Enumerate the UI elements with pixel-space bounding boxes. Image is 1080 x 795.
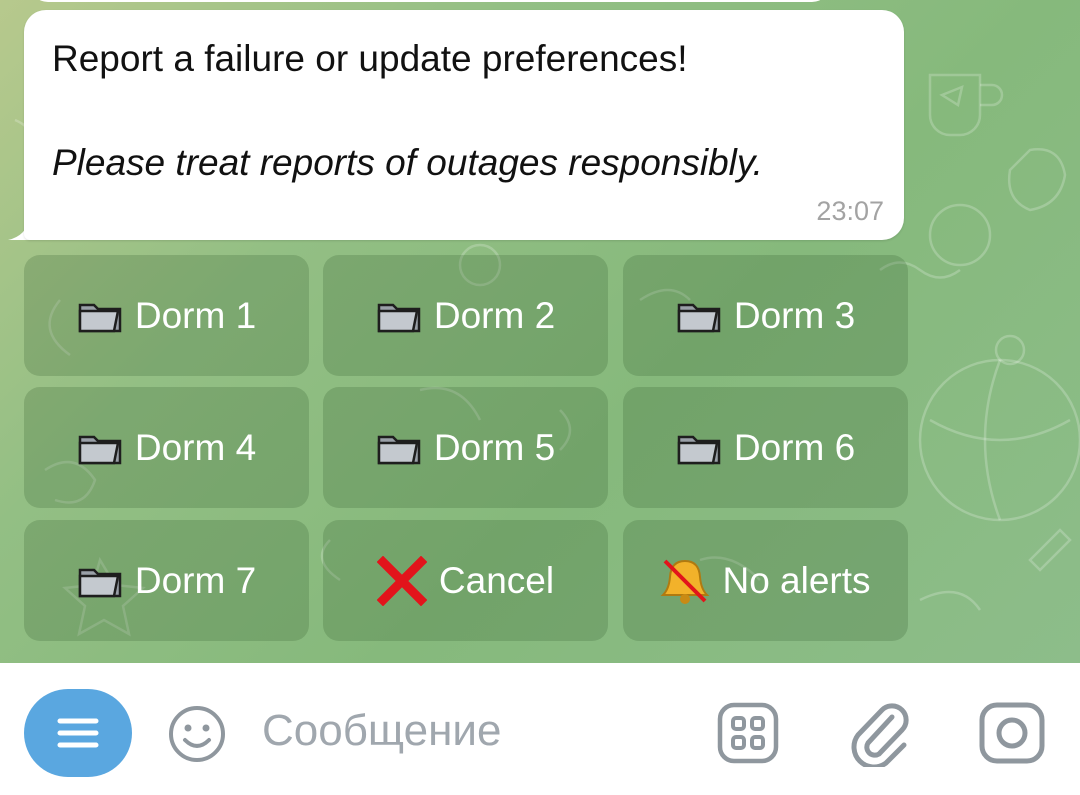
keyboard-button-label: No alerts [722, 559, 871, 601]
smiley-icon[interactable] [166, 703, 228, 765]
keyboard-button-label: Dorm 2 [433, 294, 556, 336]
folder-icon [77, 429, 123, 467]
message-input[interactable] [262, 703, 682, 759]
bot-menu-button[interactable] [24, 689, 132, 777]
keyboard-button-dorm-4[interactable]: Dorm 4 [24, 387, 309, 508]
keyboard-button-dorm-2[interactable]: Dorm 2 [323, 255, 608, 376]
message-input-bar [0, 663, 1080, 795]
keyboard-button-dorm-6[interactable]: Dorm 6 [623, 387, 908, 508]
keyboard-button-dorm-5[interactable]: Dorm 5 [323, 387, 608, 508]
keyboard-button-dorm-7[interactable]: Dorm 7 [24, 520, 309, 641]
folder-icon [376, 297, 422, 335]
previous-message-edge [30, 0, 830, 2]
message-note-italic: Please treat reports of outages responsi… [52, 142, 763, 183]
folder-icon [676, 297, 722, 335]
camera-icon[interactable] [978, 701, 1046, 765]
sticker-grid-icon[interactable] [716, 701, 780, 765]
keyboard-button-label: Dorm 7 [134, 559, 257, 601]
folder-icon [77, 297, 123, 335]
chat-area: Report a failure or update preferences! … [0, 0, 1080, 663]
paperclip-icon[interactable] [848, 699, 912, 770]
keyboard-button-dorm-1[interactable]: Dorm 1 [24, 255, 309, 376]
keyboard-button-cancel[interactable]: Cancel [323, 520, 608, 641]
keyboard-button-label: Dorm 3 [733, 294, 856, 336]
menu-icon [54, 715, 102, 751]
message-text: Report a failure or update preferences! [52, 38, 688, 79]
folder-icon [376, 429, 422, 467]
message-bubble: Report a failure or update preferences! … [24, 10, 904, 240]
folder-icon [77, 562, 123, 600]
keyboard-button-no-alerts[interactable]: No alerts [623, 520, 908, 641]
folder-icon [676, 429, 722, 467]
keyboard-button-label: Cancel [438, 559, 555, 601]
keyboard-button-label: Dorm 1 [134, 294, 257, 336]
keyboard-button-label: Dorm 4 [134, 426, 257, 468]
keyboard-button-label: Dorm 5 [433, 426, 556, 468]
message-timestamp: 23:07 [816, 196, 884, 226]
cross-mark-icon [376, 555, 428, 606]
keyboard-button-label: Dorm 6 [733, 426, 856, 468]
keyboard-button-dorm-3[interactable]: Dorm 3 [623, 255, 908, 376]
bell-slash-icon [660, 556, 710, 606]
